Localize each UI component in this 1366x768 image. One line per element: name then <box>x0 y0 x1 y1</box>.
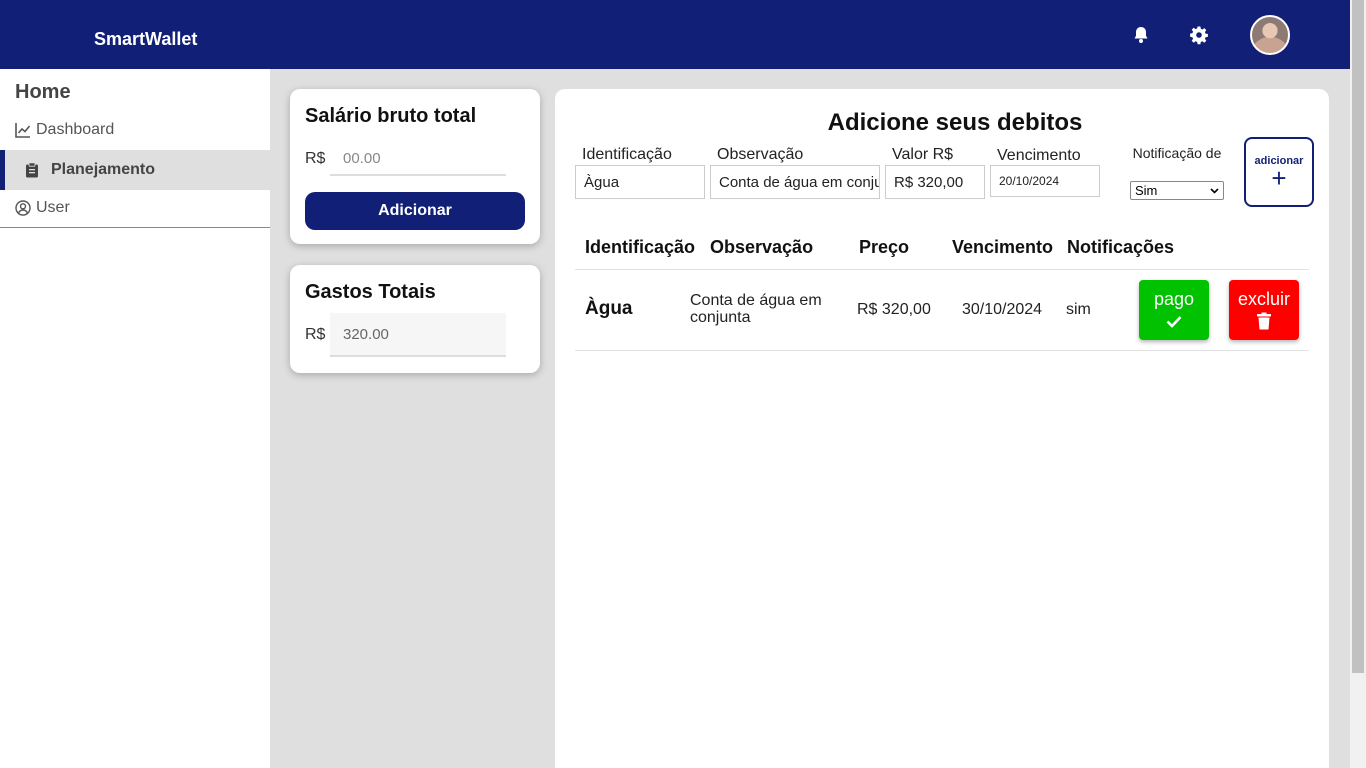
row-preco: R$ 320,00 <box>857 301 931 318</box>
sidebar-item-dashboard[interactable]: Dashboard <box>0 110 270 150</box>
chart-line-icon <box>15 123 31 138</box>
trash-icon <box>1257 312 1271 330</box>
bell-icon[interactable] <box>1131 25 1151 45</box>
row-observacao: Conta de água em conjunta <box>690 292 822 326</box>
col-header-notificacoes: Notificações <box>1067 237 1175 257</box>
row-vencimento: 30/10/2024 <box>962 301 1043 318</box>
notificacao-select[interactable]: Sim <box>1130 181 1224 200</box>
add-salary-button[interactable]: Adicionar <box>305 192 525 230</box>
col-header-observacao: Observação <box>710 237 814 257</box>
expenses-value: 320.00 <box>330 313 506 357</box>
add-debt-button[interactable]: adicionar + <box>1244 137 1314 207</box>
sidebar-item-user[interactable]: User <box>0 188 270 228</box>
vencimento-input[interactable]: 20/10/2024 <box>990 165 1100 197</box>
row-identificacao: Àgua <box>585 298 633 319</box>
sidebar-home[interactable]: Home <box>15 81 71 104</box>
notificacao-label: Notificação de <box>1132 145 1222 161</box>
user-avatar[interactable] <box>1250 15 1290 55</box>
chevron-down-icon <box>1210 187 1219 194</box>
valor-input[interactable]: R$ 320,00 <box>885 165 985 199</box>
plus-icon: + <box>1271 163 1287 193</box>
observacao-input[interactable]: Conta de água em conjunta <box>710 165 880 199</box>
table-row-divider <box>575 350 1309 351</box>
salary-currency: R$ <box>305 150 326 167</box>
check-icon <box>1166 316 1182 328</box>
col-header-preco: Preço <box>859 237 910 257</box>
expenses-card: Gastos Totais R$ 320.00 <box>290 265 540 373</box>
salary-card: Salário bruto total R$ 00.00 Adicionar <box>290 89 540 244</box>
valor-label: Valor R$ <box>892 146 954 163</box>
debts-panel: Adicione seus debitos Identificação Àgua… <box>555 89 1329 768</box>
top-bar: SmartWallet <box>0 0 1350 69</box>
sidebar-item-label: Planejamento <box>51 161 156 178</box>
sidebar-item-label: Dashboard <box>36 121 115 138</box>
expenses-currency: R$ <box>305 326 326 343</box>
brand-logo[interactable]: SmartWallet <box>94 29 197 50</box>
identificacao-input[interactable]: Àgua <box>575 165 705 199</box>
vencimento-label: Vencimento <box>997 147 1081 164</box>
sidebar: Home Dashboard Planejamento User <box>0 69 270 768</box>
salary-input[interactable]: 00.00 <box>330 142 506 176</box>
col-header-identificacao: Identificação <box>585 237 696 257</box>
observacao-label: Observação <box>717 146 804 163</box>
row-notificacao: sim <box>1066 301 1091 318</box>
page-title: Adicione seus debitos <box>827 109 1083 136</box>
page-scrollbar-thumb[interactable] <box>1352 0 1364 673</box>
user-circle-icon <box>15 199 31 216</box>
delete-button[interactable]: excluir <box>1229 280 1299 340</box>
col-header-vencimento: Vencimento <box>952 237 1054 257</box>
mark-paid-button[interactable]: pago <box>1139 280 1209 340</box>
gear-icon[interactable] <box>1189 25 1209 45</box>
sidebar-item-planejamento[interactable]: Planejamento <box>0 150 270 190</box>
identificacao-label: Identificação <box>582 146 672 163</box>
table-header-divider <box>575 269 1309 270</box>
salary-title: Salário bruto total <box>305 105 477 127</box>
sidebar-item-label: User <box>36 198 70 216</box>
clipboard-icon <box>26 162 38 178</box>
expenses-title: Gastos Totais <box>305 281 436 303</box>
